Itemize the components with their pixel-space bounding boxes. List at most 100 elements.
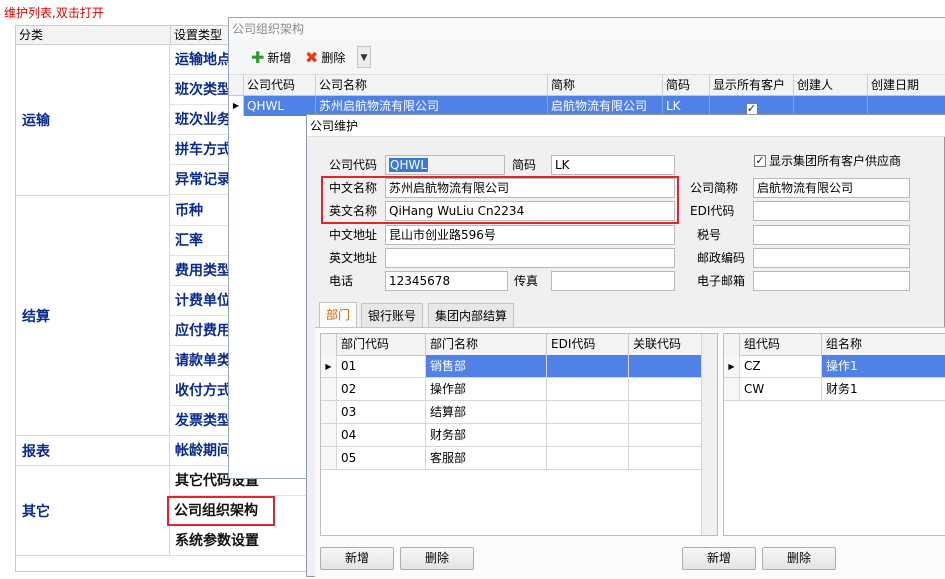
col-abbr[interactable]: 简码 bbox=[663, 75, 710, 95]
cell-company-name[interactable]: 苏州启航物流有限公司 bbox=[316, 96, 548, 116]
label-tax-no: 税号 bbox=[697, 228, 722, 242]
cell-show-all[interactable]: ✓ bbox=[710, 96, 794, 116]
dept-cell-name[interactable]: 销售部 bbox=[426, 355, 547, 378]
row-indicator-header bbox=[229, 75, 244, 95]
dept-cell-code[interactable]: 03 bbox=[337, 401, 426, 424]
company-code-field[interactable]: QHWL bbox=[385, 155, 505, 175]
dept-cell-code[interactable]: 04 bbox=[337, 424, 426, 447]
abbr-field[interactable]: LK bbox=[551, 155, 675, 175]
dept-cell-rel[interactable] bbox=[629, 378, 705, 401]
company-maintenance-dialog: 公司维护 公司代码 QHWL 简码 LK ✓ 显示集团所有客户供应商 中文名称 … bbox=[306, 114, 945, 579]
dept-col-rel[interactable]: 关联代码 bbox=[629, 334, 705, 355]
column-header-category[interactable]: 分类 bbox=[16, 26, 171, 45]
org-delete-button[interactable]: ✖ 删除 bbox=[305, 48, 345, 68]
category-other[interactable]: 其它 bbox=[16, 466, 170, 556]
fax-field[interactable] bbox=[551, 271, 675, 291]
dept-cell-name[interactable]: 客服部 bbox=[426, 447, 547, 470]
group-indicator-header bbox=[724, 334, 740, 355]
group-cell-code[interactable]: CW bbox=[740, 378, 822, 401]
group-grid: 组代码 组名称 ▶ CZ 操作1 CW 财务1 bbox=[723, 333, 945, 536]
dept-cell-rel[interactable] bbox=[629, 401, 705, 424]
dept-cell-edi[interactable] bbox=[547, 378, 629, 401]
group-delete-button[interactable]: 删除 bbox=[762, 547, 836, 570]
org-add-button[interactable]: ✚ 新增 bbox=[251, 48, 291, 68]
group-col-code[interactable]: 组代码 bbox=[740, 334, 822, 355]
group-add-button[interactable]: 新增 bbox=[682, 547, 756, 570]
dept-indicator-header bbox=[321, 334, 337, 355]
cell-company-code[interactable]: QHWL bbox=[244, 96, 316, 116]
org-grid-header: 公司代码 公司名称 简称 简码 显示所有客户 创建人 创建日期 bbox=[229, 75, 945, 96]
dept-cell-name[interactable]: 财务部 bbox=[426, 424, 547, 447]
category-report[interactable]: 报表 bbox=[16, 436, 170, 466]
company-org-title: 公司组织架构 bbox=[229, 18, 945, 40]
label-short-name: 公司简称 bbox=[690, 181, 739, 195]
col-company-name[interactable]: 公司名称 bbox=[316, 75, 548, 95]
row-indicator bbox=[321, 424, 337, 447]
col-company-code[interactable]: 公司代码 bbox=[244, 75, 316, 95]
toolbar-overflow-dropdown[interactable]: ▼ bbox=[357, 46, 371, 68]
cn-addr-field[interactable]: 昆山市创业路596号 bbox=[385, 225, 675, 245]
maintenance-list-hint: 维护列表,双击打开 bbox=[4, 6, 104, 20]
en-addr-field[interactable] bbox=[385, 248, 675, 268]
dept-cell-edi[interactable] bbox=[547, 447, 629, 470]
department-grid-scrollbar[interactable] bbox=[701, 334, 717, 535]
show-group-checkbox[interactable]: ✓ bbox=[754, 155, 766, 167]
dept-cell-edi[interactable] bbox=[547, 401, 629, 424]
cell-abbr[interactable]: LK bbox=[663, 96, 710, 116]
dept-cell-rel[interactable] bbox=[629, 424, 705, 447]
cell-created-date[interactable] bbox=[868, 96, 945, 116]
department-grid: 部门代码 部门名称 EDI代码 关联代码 ▶ 01 销售部 02 操作部 03 … bbox=[320, 333, 718, 536]
dept-cell-rel[interactable] bbox=[629, 447, 705, 470]
group-cell-name[interactable]: 财务1 bbox=[822, 378, 945, 401]
label-abbr: 简码 bbox=[512, 158, 537, 172]
row-indicator bbox=[724, 378, 740, 401]
cell-short-name[interactable]: 启航物流有限公司 bbox=[548, 96, 663, 116]
group-grid-header: 组代码 组名称 bbox=[724, 334, 945, 356]
col-created-date[interactable]: 创建日期 bbox=[868, 75, 945, 95]
dept-cell-code[interactable]: 01 bbox=[337, 355, 426, 378]
dept-col-code[interactable]: 部门代码 bbox=[337, 334, 426, 355]
label-cn-addr: 中文地址 bbox=[329, 228, 378, 242]
col-show-all[interactable]: 显示所有客户 bbox=[710, 75, 794, 95]
tax-no-field[interactable] bbox=[753, 225, 910, 245]
label-email: 电子邮箱 bbox=[697, 274, 746, 288]
dept-cell-code[interactable]: 05 bbox=[337, 447, 426, 470]
label-phone: 电话 bbox=[329, 274, 354, 288]
plus-icon: ✚ bbox=[251, 48, 265, 67]
tab-department[interactable]: 部门 bbox=[319, 302, 358, 328]
company-code-value: QHWL bbox=[389, 158, 429, 172]
dept-cell-rel[interactable] bbox=[629, 355, 705, 378]
label-postcode: 邮政编码 bbox=[697, 251, 746, 265]
col-short-name[interactable]: 简称 bbox=[548, 75, 663, 95]
row-indicator bbox=[321, 401, 337, 424]
group-cell-name[interactable]: 操作1 bbox=[822, 355, 945, 378]
dialog-title: 公司维护 bbox=[307, 115, 945, 137]
tab-group-settlement[interactable]: 集团内部结算 bbox=[428, 303, 515, 327]
tab-bank-account[interactable]: 银行账号 bbox=[361, 303, 424, 327]
col-creator[interactable]: 创建人 bbox=[794, 75, 868, 95]
dept-cell-edi[interactable] bbox=[547, 424, 629, 447]
category-transport[interactable]: 运输 bbox=[16, 45, 170, 196]
org-row[interactable]: ▶ QHWL 苏州启航物流有限公司 启航物流有限公司 LK ✓ bbox=[229, 96, 945, 116]
email-field[interactable] bbox=[753, 271, 910, 291]
dept-add-button[interactable]: 新增 bbox=[320, 547, 394, 570]
dept-cell-name[interactable]: 操作部 bbox=[426, 378, 547, 401]
group-cell-code[interactable]: CZ bbox=[740, 355, 822, 378]
category-settlement[interactable]: 结算 bbox=[16, 196, 170, 436]
postcode-field[interactable] bbox=[753, 248, 910, 268]
phone-field[interactable]: 12345678 bbox=[385, 271, 508, 291]
dept-cell-edi[interactable] bbox=[547, 355, 629, 378]
label-show-group: 显示集团所有客户供应商 bbox=[769, 154, 902, 168]
dept-delete-button[interactable]: 删除 bbox=[400, 547, 474, 570]
setting-item-company-org[interactable]: 公司组织架构 bbox=[167, 496, 275, 526]
dept-col-edi[interactable]: EDI代码 bbox=[547, 334, 629, 355]
dept-cell-code[interactable]: 02 bbox=[337, 378, 426, 401]
short-name-field[interactable]: 启航物流有限公司 bbox=[753, 178, 910, 198]
dept-col-name[interactable]: 部门名称 bbox=[426, 334, 547, 355]
cell-creator[interactable] bbox=[794, 96, 868, 116]
edi-code-field[interactable] bbox=[753, 201, 910, 221]
group-col-name[interactable]: 组名称 bbox=[822, 334, 945, 355]
dept-cell-name[interactable]: 结算部 bbox=[426, 401, 547, 424]
delete-x-icon: ✖ bbox=[305, 48, 319, 67]
setting-item[interactable]: 系统参数设置 bbox=[170, 526, 316, 556]
